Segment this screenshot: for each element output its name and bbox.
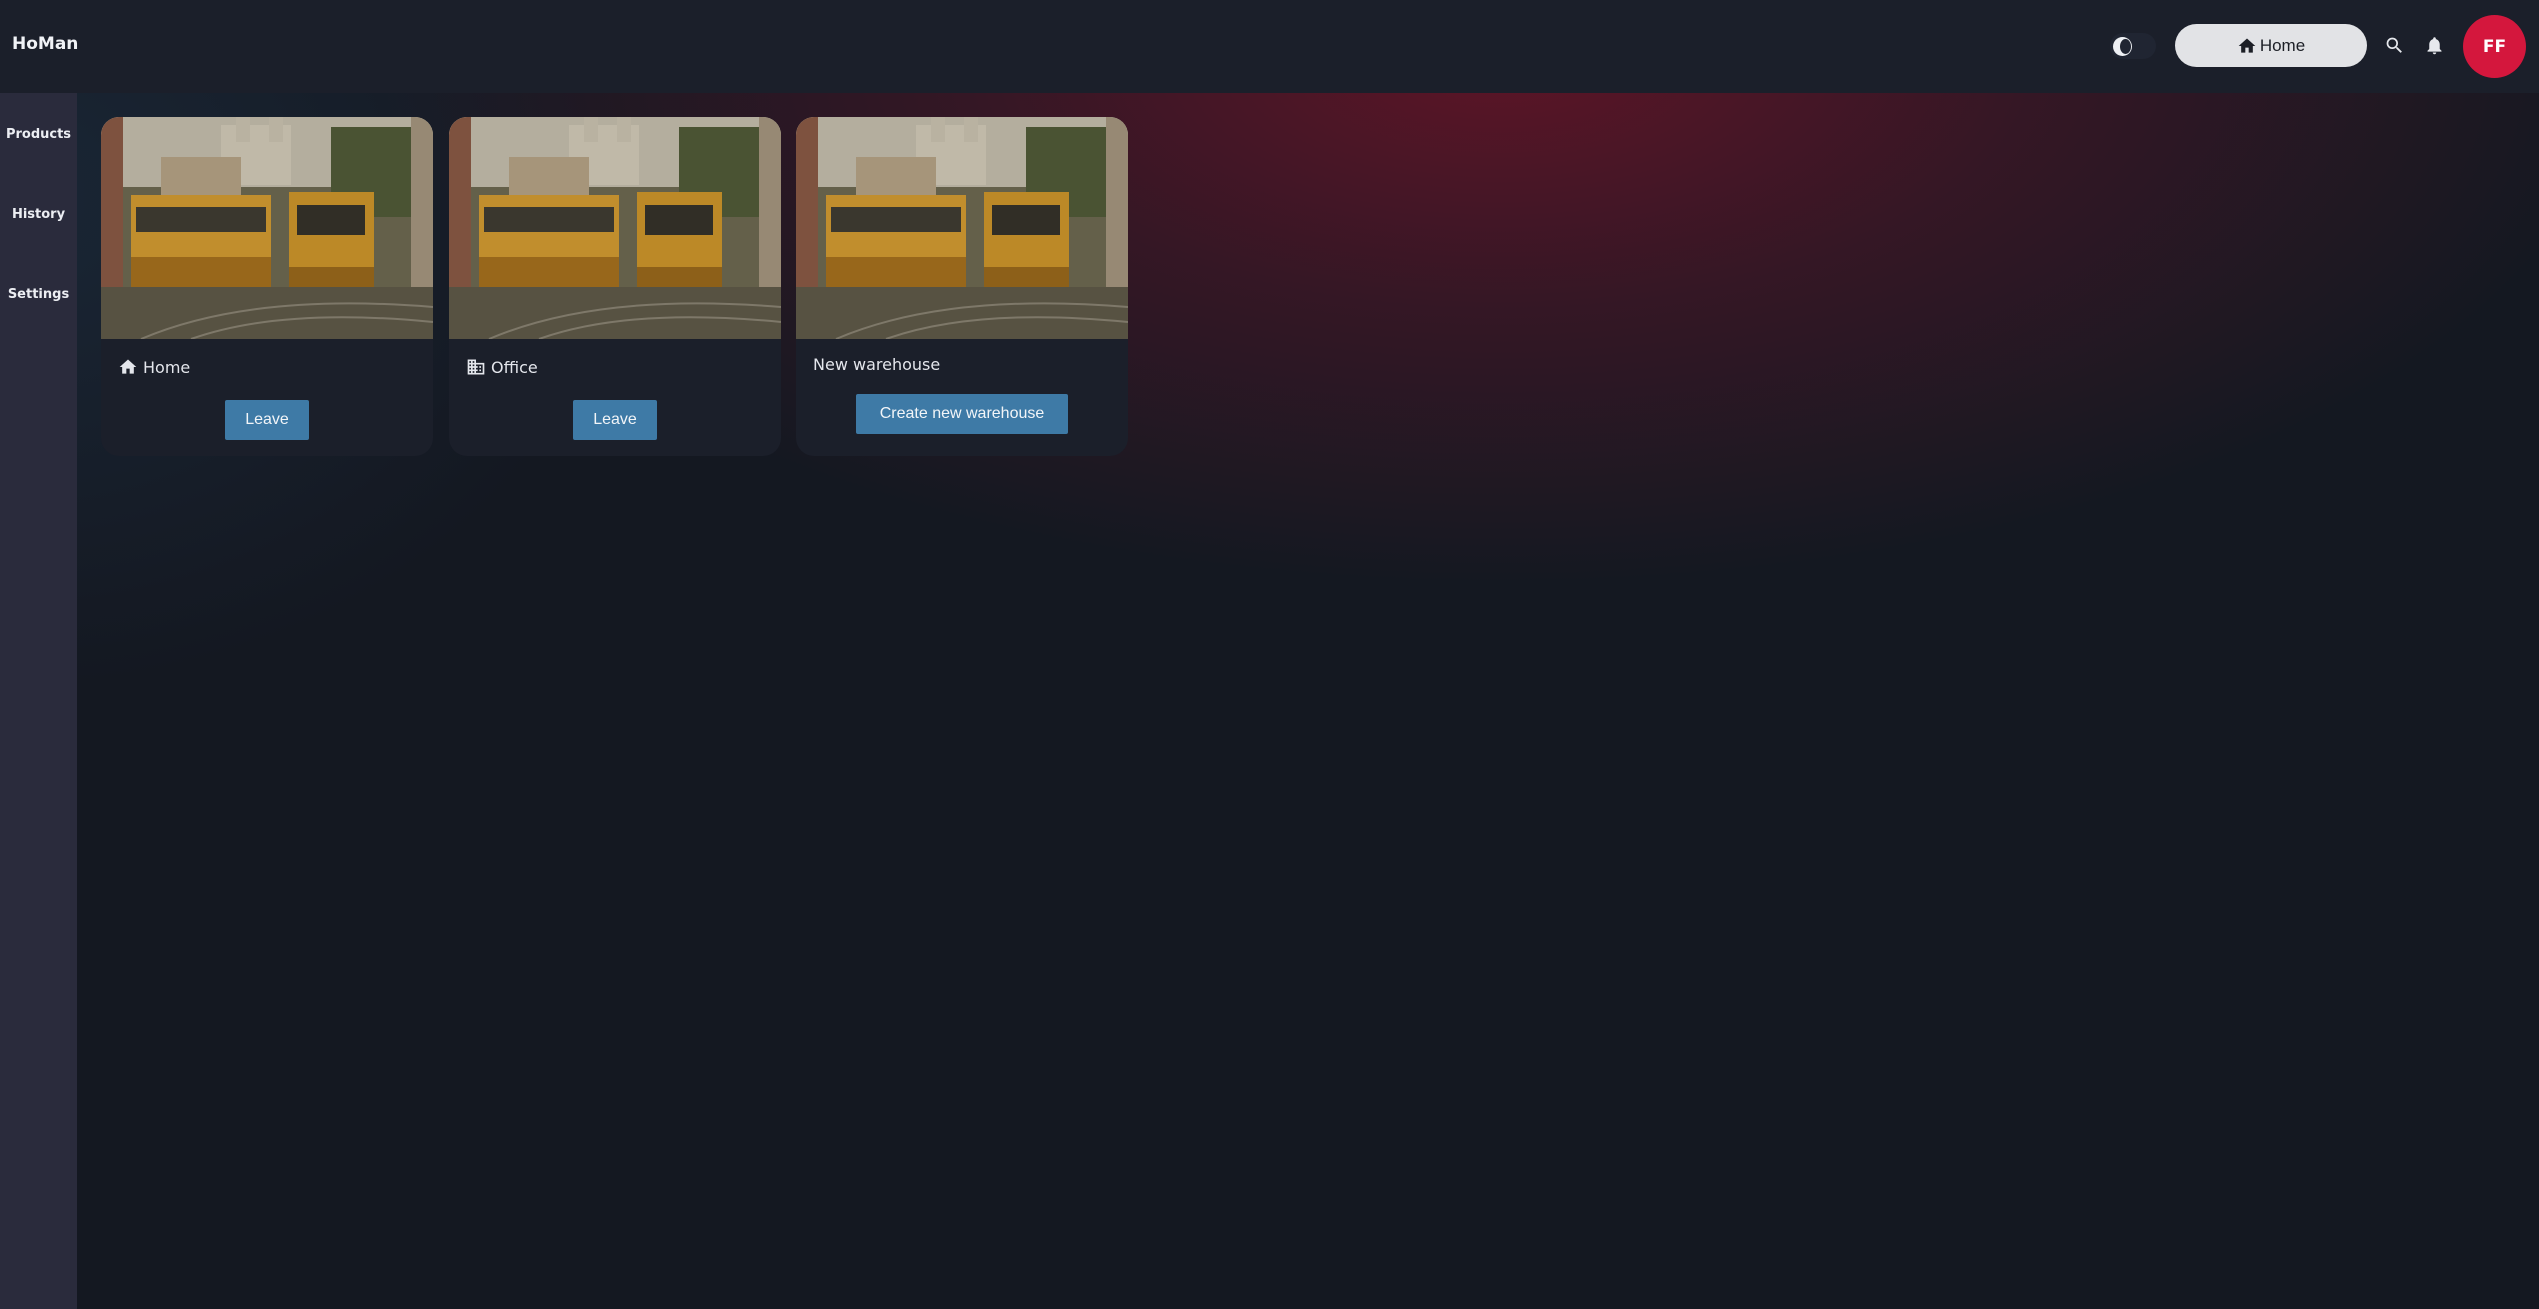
theme-toggle-icon: [2113, 37, 2132, 56]
warehouse-name-label: New warehouse: [813, 355, 941, 374]
bell-icon: [2427, 36, 2441, 54]
warehouse-name: Office: [466, 357, 538, 377]
warehouse-name-label: Office: [491, 358, 538, 377]
leave-warehouse-button[interactable]: Leave: [573, 400, 657, 440]
home-icon: [119, 359, 137, 374]
sidebar-item-products[interactable]: Products: [0, 127, 77, 142]
current-warehouse-button[interactable]: Home: [2175, 24, 2367, 67]
sidebar-item-settings[interactable]: Settings: [0, 287, 77, 302]
search-button[interactable]: [2382, 33, 2406, 57]
office-building-icon: [467, 359, 485, 375]
warehouse-card-home: Home Leave: [101, 117, 433, 456]
app-title[interactable]: HoMan: [12, 34, 78, 54]
current-warehouse-label: Home: [2259, 35, 2306, 55]
avatar-initials: FF: [2482, 36, 2507, 57]
sidebar: Products History Settings: [0, 93, 77, 1309]
search-icon: [2386, 37, 2402, 53]
create-warehouse-button[interactable]: Create new warehouse: [856, 394, 1068, 434]
warehouse-name-label: Home: [143, 358, 191, 377]
theme-toggle[interactable]: [2110, 33, 2156, 59]
warehouse-image: [101, 117, 433, 339]
home-icon: [2238, 38, 2256, 53]
top-app-bar: HoMan Home FF: [0, 0, 2539, 93]
user-avatar[interactable]: FF: [2463, 15, 2526, 78]
sidebar-item-history[interactable]: History: [0, 207, 77, 222]
warehouse-name: Home: [118, 357, 190, 377]
warehouse-card-new: New warehouse Create new warehouse: [796, 117, 1128, 456]
notifications-button[interactable]: [2422, 33, 2446, 57]
leave-warehouse-button[interactable]: Leave: [225, 400, 309, 440]
warehouse-image: [796, 117, 1128, 339]
warehouse-card-office: Office Leave: [449, 117, 781, 456]
warehouse-name: New warehouse: [813, 355, 940, 374]
warehouse-image: [449, 117, 781, 339]
